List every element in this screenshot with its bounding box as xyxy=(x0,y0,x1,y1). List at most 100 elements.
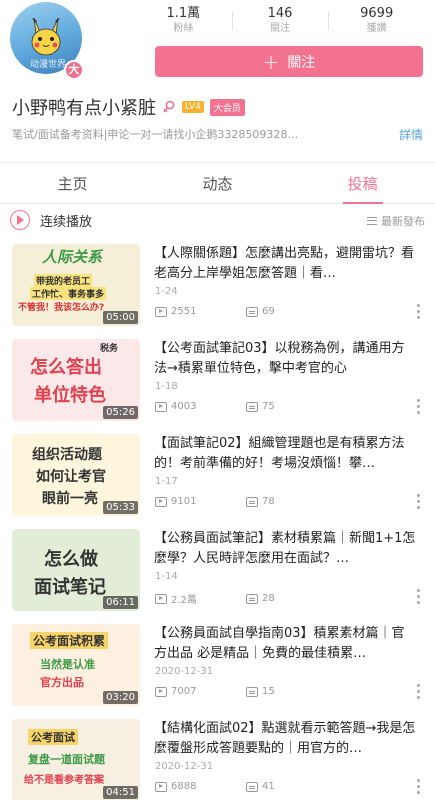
video-date: 1-17 xyxy=(155,476,178,487)
thumb-text: 公考面试 xyxy=(28,729,78,745)
stat-following[interactable]: 146 關注 xyxy=(231,6,329,36)
video-date: 2020-12-31 xyxy=(155,666,214,677)
stat-fans[interactable]: 1.1萬 粉絲 xyxy=(135,6,232,36)
danmaku-icon xyxy=(246,686,258,697)
thumb-text: 工作忙、事务事多 xyxy=(30,287,107,300)
thumb-text: 官方出品 xyxy=(40,676,84,689)
video-duration: 03:20 xyxy=(103,691,138,704)
more-options-icon[interactable] xyxy=(417,304,421,320)
list-item[interactable]: 公考面试积累 当然是认准 官方出品 03:20 【公務員面試自學指南03】積累素… xyxy=(0,620,435,715)
tab-uploads[interactable]: 投稿 xyxy=(290,163,435,204)
thumb-text: 面试笔记 xyxy=(34,577,106,598)
detail-link[interactable]: 詳情 xyxy=(399,126,423,143)
danmaku-count: 78 xyxy=(262,496,275,507)
danmaku-count: 15 xyxy=(262,686,275,697)
video-thumbnail[interactable]: 人际关系 带我的老员工 工作忙、事务事多 不管我！我该怎么办? 05:00 xyxy=(12,244,140,326)
stat-likes[interactable]: 9699 獲讚 xyxy=(328,6,425,36)
profile-page: 动漫世界 大 1.1萬 粉絲 146 關注 9699 獲讚 + 關注 小野鸭有点… xyxy=(0,0,435,800)
more-options-icon[interactable] xyxy=(417,779,421,795)
more-options-icon[interactable] xyxy=(417,494,421,510)
view-count: 2.2萬 xyxy=(171,595,197,606)
more-options-icon[interactable] xyxy=(417,589,421,605)
thumb-text: 怎么做 xyxy=(44,549,98,570)
follow-button[interactable]: + 關注 xyxy=(155,46,423,77)
stat-likes-label: 獲讚 xyxy=(366,23,387,34)
video-title[interactable]: 【人際關係題】怎麼講出亮點，避開雷坑？看老高分上岸學姐怎麼答題｜看… xyxy=(154,244,416,284)
video-thumbnail[interactable]: 公考面试积累 当然是认准 官方出品 03:20 xyxy=(12,624,140,706)
danmaku-count: 75 xyxy=(262,401,275,412)
video-date: 1-24 xyxy=(155,286,178,297)
view-count: 9101 xyxy=(171,496,197,507)
danmaku-icon xyxy=(246,593,258,604)
video-date: 1-18 xyxy=(155,381,178,392)
play-count-icon xyxy=(155,781,167,792)
thumb-text: 税务 xyxy=(100,344,119,354)
more-options-icon[interactable] xyxy=(417,399,421,415)
video-duration: 05:26 xyxy=(103,406,138,419)
video-title[interactable]: 【結構化面試02】點選就看示範答題→我是怎麼覆盤形成答題要點的｜用官方的… xyxy=(154,719,416,759)
list-item[interactable]: 组织活动题 如何让考官 眼前一亮 05:33 【面試筆記02】組織管理題也是有積… xyxy=(0,430,435,525)
sort-button[interactable]: 最新發布 xyxy=(367,213,425,229)
thumb-text: 公考面试积累 xyxy=(30,632,109,649)
female-icon xyxy=(163,100,175,113)
video-date: 1-14 xyxy=(155,571,178,582)
thumb-text: 给不是看参考答案 xyxy=(24,775,104,786)
danmaku-icon xyxy=(246,781,258,792)
video-meta: 2.2萬 28 xyxy=(155,591,275,606)
big-vip-badge: 大 xyxy=(64,60,84,80)
list-item[interactable]: 人际关系 带我的老员工 工作忙、事务事多 不管我！我该怎么办? 05:00 【人… xyxy=(0,240,435,335)
video-meta: 2551 69 xyxy=(155,306,275,317)
signature-row: 笔试/面试备考资料|申论一对一请找小企鹅3328509328… 詳情 xyxy=(12,126,423,142)
video-thumbnail[interactable]: 公考面试 复盘一道面试题 给不是看参考答案 04:51 xyxy=(12,719,140,800)
thumb-text: 带我的老员工 xyxy=(34,274,93,287)
video-thumbnail[interactable]: 税务 怎么答出 单位特色 05:26 xyxy=(12,339,140,421)
danmaku-icon xyxy=(246,496,258,507)
tab-dynamic[interactable]: 动态 xyxy=(145,163,290,203)
view-count: 4003 xyxy=(171,401,197,412)
vip-badge: 大会员 xyxy=(209,98,245,116)
video-thumbnail[interactable]: 组织活动题 如何让考官 眼前一亮 05:33 xyxy=(12,434,140,516)
stat-following-count: 146 xyxy=(267,6,293,21)
stats-bar: 1.1萬 粉絲 146 關注 9699 獲讚 xyxy=(135,6,425,36)
avatar-watermark: 动漫世界 xyxy=(30,60,67,70)
video-duration: 05:00 xyxy=(103,311,138,324)
thumb-text: 人际关系 xyxy=(42,248,103,266)
video-meta: 9101 78 xyxy=(155,496,275,507)
video-thumbnail[interactable]: 怎么做 面试笔记 06:11 xyxy=(12,529,140,611)
thumb-text: 眼前一亮 xyxy=(42,491,98,507)
video-title[interactable]: 【公考面試筆記03】以稅務為例，講通用方法→積累單位特色，擊中考官的心 xyxy=(154,339,416,379)
pikachu-icon xyxy=(31,17,61,56)
list-item[interactable]: 公考面试 复盘一道面试题 给不是看参考答案 04:51 【結構化面試02】點選就… xyxy=(0,715,435,800)
level-badge: LV4 xyxy=(182,101,204,113)
more-options-icon[interactable] xyxy=(417,684,421,700)
view-count: 2551 xyxy=(171,306,197,317)
video-title[interactable]: 【面試筆記02】組織管理題也是有積累方法的！考前準備的好！考場沒煩惱！攀… xyxy=(154,434,416,474)
danmaku-count: 28 xyxy=(262,593,275,604)
danmaku-count: 41 xyxy=(262,781,275,792)
play-circle-icon[interactable] xyxy=(10,210,30,230)
video-meta: 7007 15 xyxy=(155,686,275,697)
continuous-play-button[interactable]: 连续播放 xyxy=(40,211,92,230)
profile-tabs: 主页 动态 投稿 xyxy=(0,162,435,204)
list-item[interactable]: 税务 怎么答出 单位特色 05:26 【公考面試筆記03】以稅務為例，講通用方法… xyxy=(0,335,435,430)
play-count-icon xyxy=(155,686,167,697)
video-duration: 05:33 xyxy=(103,501,138,514)
video-duration: 06:11 xyxy=(103,596,138,609)
play-count-icon xyxy=(155,306,167,317)
view-count: 6888 xyxy=(171,781,197,792)
view-count: 7007 xyxy=(171,686,197,697)
video-meta: 6888 41 xyxy=(155,781,275,792)
tab-home[interactable]: 主页 xyxy=(0,163,145,203)
plus-icon: + xyxy=(262,49,280,74)
danmaku-count: 69 xyxy=(262,306,275,317)
profile-header: 动漫世界 大 1.1萬 粉絲 146 關注 9699 獲讚 + 關注 xyxy=(0,0,435,92)
thumb-text: 单位特色 xyxy=(34,385,106,406)
thumb-text: 当然是认准 xyxy=(40,658,95,671)
video-title[interactable]: 【公務員面試筆記】素材積累篇｜新聞1+1怎麼學？人民時評怎麼用在面試？… xyxy=(154,529,416,569)
list-item[interactable]: 怎么做 面试笔记 06:11 【公務員面試筆記】素材積累篇｜新聞1+1怎麼學？人… xyxy=(0,525,435,620)
stat-following-label: 關注 xyxy=(270,23,290,34)
sort-label: 最新發布 xyxy=(381,215,425,228)
play-count-icon xyxy=(155,496,167,507)
thumb-text: 组织活动题 xyxy=(32,447,102,463)
video-title[interactable]: 【公務員面試自學指南03】積累素材篇｜官方出品 必是精品｜免費的最佳積累… xyxy=(154,624,416,664)
